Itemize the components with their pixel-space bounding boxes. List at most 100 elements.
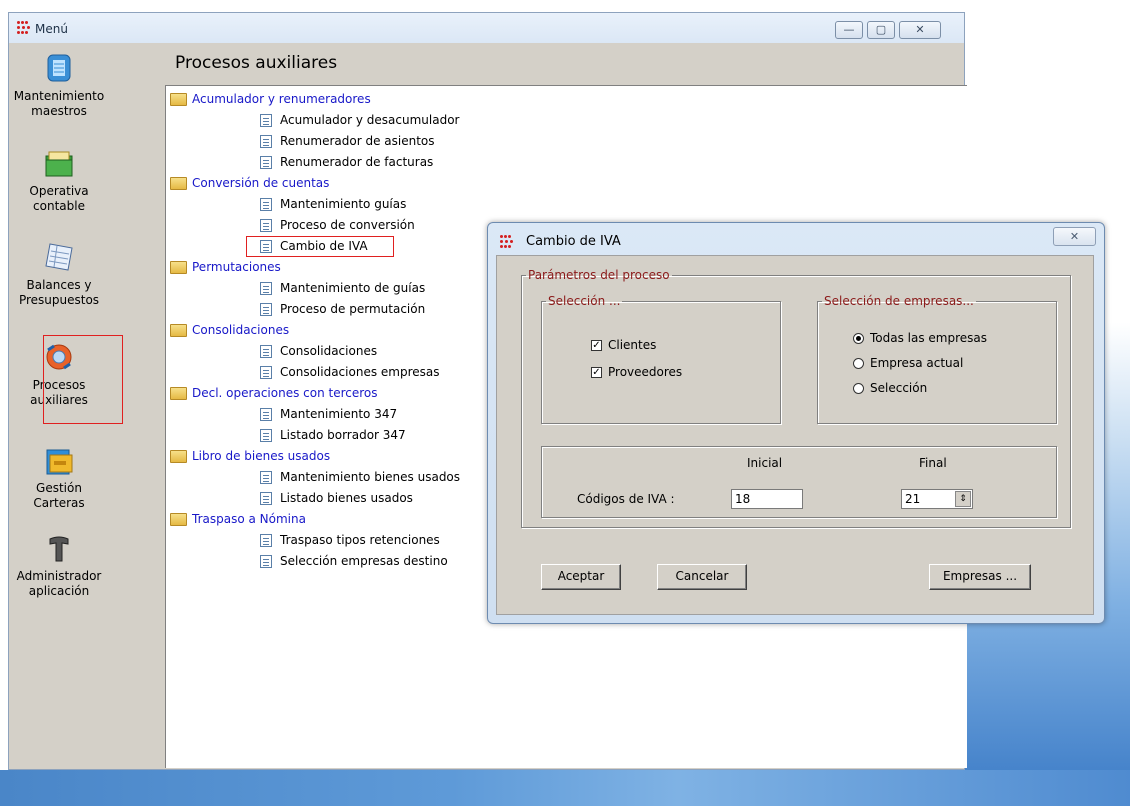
proveedores-checkbox[interactable]: ✓ Proveedores — [591, 364, 682, 380]
maximize-button[interactable]: ▢ — [867, 21, 895, 39]
radio-label: Selección — [870, 381, 928, 395]
app-logo-icon — [17, 21, 31, 35]
tree-folder[interactable]: Acumulador y renumeradores — [170, 89, 371, 109]
taskbar — [0, 770, 1130, 806]
radio-dot — [853, 383, 864, 394]
checkbox-label: Clientes — [608, 338, 657, 352]
tree-label: Consolidaciones empresas — [280, 365, 440, 379]
tree-item[interactable]: Mantenimiento bienes usados — [260, 467, 460, 487]
tree-label: Renumerador de asientos — [280, 134, 435, 148]
tree-label: Conversión de cuentas — [192, 176, 330, 190]
section-title: Procesos auxiliares — [175, 53, 338, 73]
companies-legend: Selección de empresas... — [824, 294, 974, 308]
checkbox-box: ✓ — [591, 340, 602, 351]
tree-folder[interactable]: Traspaso a Nómina — [170, 509, 306, 529]
spreadsheet-icon — [42, 240, 76, 274]
radio-label: Empresa actual — [870, 356, 964, 370]
tree-item[interactable]: Renumerador de facturas — [260, 152, 433, 172]
inicial-header: Inicial — [747, 456, 783, 470]
codigo-inicial-input[interactable]: 18 — [731, 489, 803, 509]
tree-label: Traspaso tipos retenciones — [280, 533, 440, 547]
nav-label: maestros — [31, 104, 87, 118]
tree-item[interactable]: Traspaso tipos retenciones — [260, 530, 440, 550]
nav-label: Balances y — [26, 278, 92, 292]
nav-label: Gestión — [36, 481, 82, 495]
tree-item[interactable]: Listado borrador 347 — [260, 425, 406, 445]
nav-gestion-carteras[interactable]: Gestión Carteras — [9, 443, 109, 511]
tree-item[interactable]: Consolidaciones empresas — [260, 362, 440, 382]
tree-item[interactable]: Mantenimiento de guías — [260, 278, 425, 298]
document-icon — [260, 408, 272, 421]
tree-label: Renumerador de facturas — [280, 155, 434, 169]
tree-label: Traspaso a Nómina — [192, 512, 306, 526]
folder-icon — [170, 261, 187, 274]
nav-operativa-contable[interactable]: Operativa contable — [9, 146, 109, 214]
database-icon — [42, 51, 76, 85]
folder-icon — [170, 177, 187, 190]
tree-item[interactable]: Selección empresas destino — [260, 551, 448, 571]
nav-label: Presupuestos — [18, 293, 100, 307]
checkbox-label: Proveedores — [608, 365, 683, 379]
tree-label: Mantenimiento bienes usados — [280, 470, 461, 484]
tree-selection-highlight — [246, 236, 394, 257]
tree-item[interactable]: Acumulador y desacumulador — [260, 110, 460, 130]
document-icon — [260, 429, 272, 442]
nav-mantenimiento-maestros[interactable]: Mantenimiento maestros — [9, 51, 109, 119]
tree-label: Acumulador y desacumulador — [280, 113, 460, 127]
tree-folder[interactable]: Consolidaciones — [170, 320, 289, 340]
menu-titlebar[interactable]: Menú — ▢ ✕ — [9, 13, 964, 43]
tree-item[interactable]: Mantenimiento guías — [260, 194, 406, 214]
tree-label: Decl. operaciones con terceros — [192, 386, 378, 400]
tree-folder[interactable]: Decl. operaciones con terceros — [170, 383, 378, 403]
tree-label: Listado borrador 347 — [280, 428, 406, 442]
tree-item[interactable]: Proceso de conversión — [260, 215, 415, 235]
dialog-title: Cambio de IVA — [526, 234, 621, 249]
document-icon — [260, 219, 272, 232]
document-icon — [260, 555, 272, 568]
nav-balances-presupuestos[interactable]: Balances y Presupuestos — [9, 240, 109, 308]
document-icon — [260, 156, 272, 169]
selection-legend: Selección ... — [548, 294, 621, 308]
document-icon — [260, 282, 272, 295]
final-header: Final — [919, 456, 947, 470]
codigo-final-spin-button[interactable]: ⇕ — [955, 491, 971, 507]
seleccion-radio[interactable]: Selección — [853, 380, 927, 396]
tree-item[interactable]: Listado bienes usados — [260, 488, 413, 508]
empresa-actual-radio[interactable]: Empresa actual — [853, 355, 963, 371]
nav-selection-highlight — [43, 335, 123, 424]
todas-empresas-radio[interactable]: Todas las empresas — [853, 330, 987, 346]
radio-dot — [853, 358, 864, 369]
tree-label: Acumulador y renumeradores — [192, 92, 371, 106]
tree-item[interactable]: Mantenimiento 347 — [260, 404, 397, 424]
document-icon — [260, 471, 272, 484]
close-button[interactable]: ✕ — [899, 21, 941, 39]
document-icon — [260, 534, 272, 547]
tree-folder[interactable]: Libro de bienes usados — [170, 446, 330, 466]
tree-label: Listado bienes usados — [280, 491, 413, 505]
document-icon — [260, 366, 272, 379]
nav-administrador-aplicacion[interactable]: Administrador aplicación — [9, 531, 109, 599]
tree-label: Mantenimiento guías — [280, 197, 407, 211]
tree-item[interactable]: Renumerador de asientos — [260, 131, 435, 151]
cancel-button[interactable]: Cancelar — [657, 564, 747, 590]
document-icon — [260, 135, 272, 148]
folder-icon — [170, 450, 187, 463]
tree-folder[interactable]: Permutaciones — [170, 257, 281, 277]
folder-icon — [170, 387, 187, 400]
params-legend: Parámetros del proceso — [528, 268, 670, 282]
radio-dot — [853, 333, 864, 344]
minimize-button[interactable]: — — [835, 21, 863, 39]
tree-item[interactable]: Proceso de permutación — [260, 299, 425, 319]
accept-button[interactable]: Aceptar — [541, 564, 621, 590]
tree-label: Mantenimiento 347 — [280, 407, 398, 421]
companies-button[interactable]: Empresas ... — [929, 564, 1031, 590]
nav-label: Mantenimiento — [13, 89, 105, 103]
tree-folder[interactable]: Conversión de cuentas — [170, 173, 329, 193]
document-icon — [260, 345, 272, 358]
dialog-close-button[interactable]: ✕ — [1053, 227, 1096, 246]
folder-icon — [42, 443, 76, 477]
tree-item[interactable]: Consolidaciones — [260, 341, 377, 361]
clientes-checkbox[interactable]: ✓ Clientes — [591, 337, 656, 353]
tree-label: Consolidaciones — [192, 323, 290, 337]
menu-title: Menú — [35, 22, 68, 36]
